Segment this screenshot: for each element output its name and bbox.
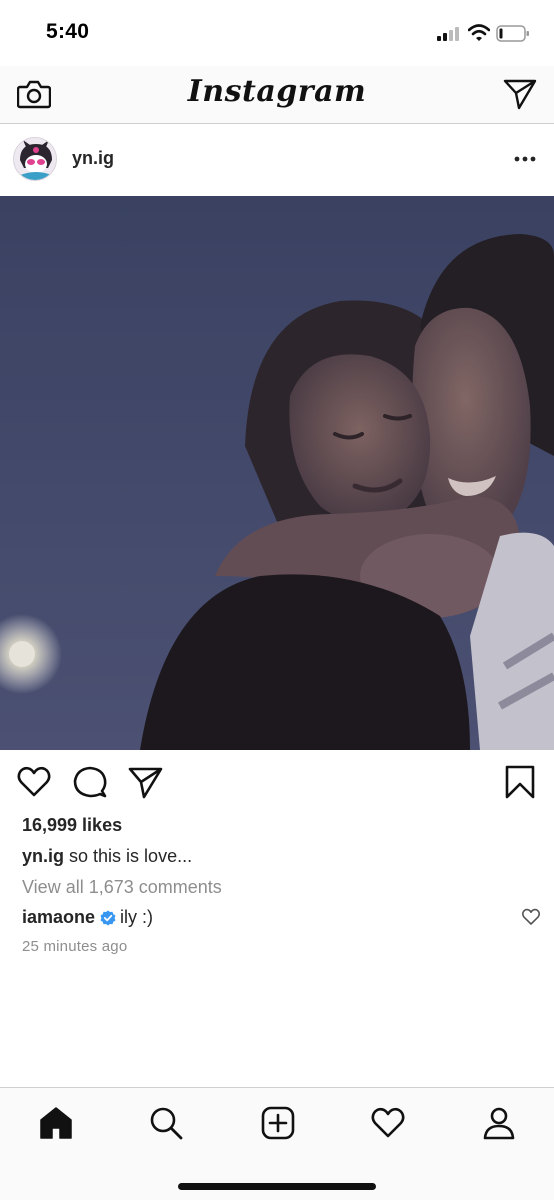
bookmark-icon[interactable] (502, 764, 538, 800)
home-icon[interactable] (38, 1105, 74, 1141)
caption-text: so this is love... (69, 846, 193, 866)
search-icon[interactable] (148, 1105, 184, 1141)
battery-icon (496, 25, 529, 42)
heart-icon[interactable] (16, 764, 52, 800)
comment-username[interactable]: iamaone (22, 907, 95, 928)
post-header: yn.ig (0, 124, 554, 196)
avatar-character-icon (14, 138, 56, 180)
post-caption: yn.ig so this is love... (22, 846, 192, 867)
more-options-icon[interactable] (510, 148, 540, 170)
bottom-navigation (0, 1087, 554, 1200)
share-icon[interactable] (127, 764, 163, 800)
post-photo[interactable] (0, 196, 554, 750)
top-comment: iamaone ily :) (22, 907, 153, 928)
post-actions (0, 750, 554, 812)
direct-message-icon[interactable] (503, 78, 537, 110)
post-timestamp: 25 minutes ago (22, 938, 128, 955)
status-time: 5:40 (46, 20, 90, 43)
home-indicator (178, 1183, 376, 1190)
view-all-comments-link[interactable]: View all 1,673 comments (22, 877, 222, 898)
comment-icon[interactable] (72, 764, 108, 800)
post-username[interactable]: yn.ig (72, 148, 114, 169)
caption-username[interactable]: yn.ig (22, 846, 64, 866)
status-bar: 5:40 (0, 0, 554, 66)
activity-heart-icon[interactable] (370, 1105, 406, 1141)
instagram-logo: Instagram (187, 74, 367, 109)
verified-badge-icon (100, 910, 116, 925)
likes-count[interactable]: 16,999 likes (22, 815, 122, 836)
cellular-signal-icon (437, 27, 463, 41)
comment-like-heart-icon[interactable] (521, 907, 541, 927)
new-post-icon[interactable] (260, 1105, 296, 1141)
wifi-icon (468, 24, 490, 41)
comment-text: ily :) (120, 907, 154, 927)
avatar[interactable] (13, 137, 57, 181)
profile-icon[interactable] (481, 1105, 517, 1141)
app-header: Instagram (0, 66, 554, 124)
photo-image (0, 196, 554, 750)
